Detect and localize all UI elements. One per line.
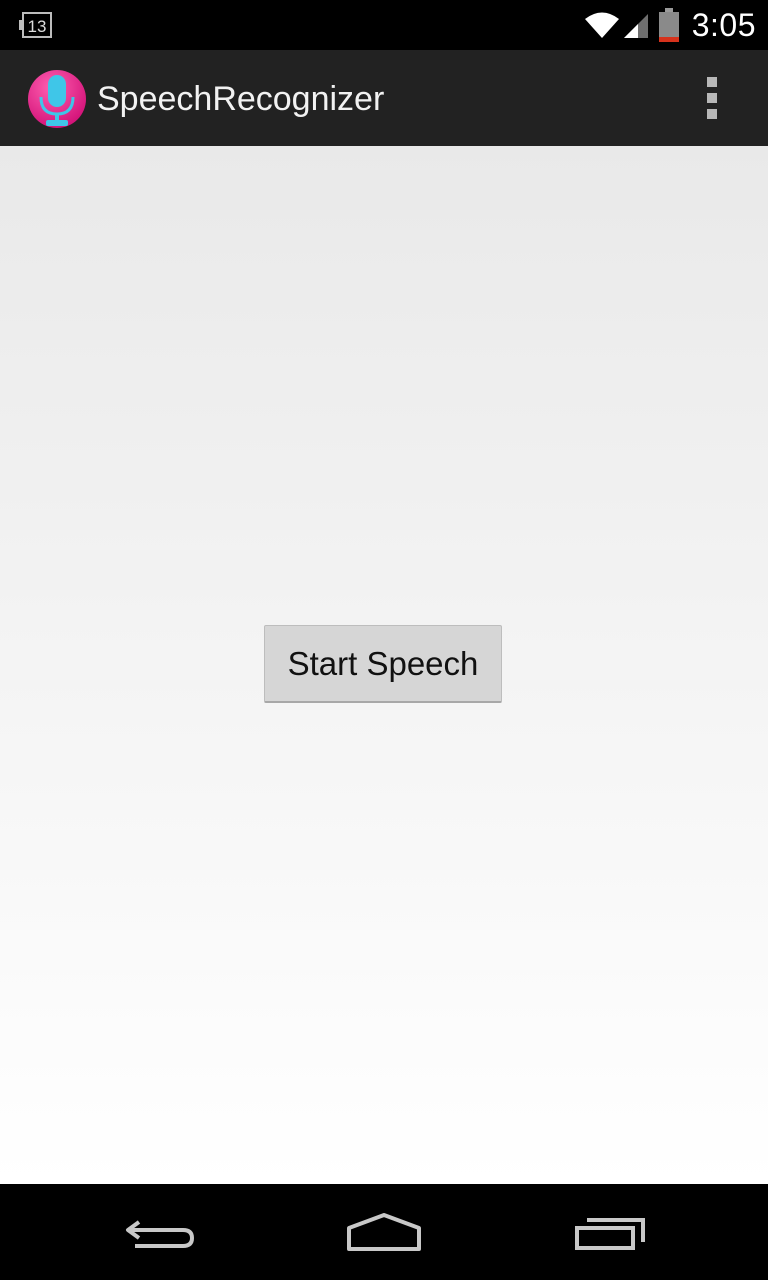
overflow-dot: [707, 93, 717, 103]
main-content: Start Speech: [0, 146, 768, 1184]
start-speech-button[interactable]: Start Speech: [264, 625, 502, 703]
home-icon[interactable]: [339, 1202, 429, 1262]
recents-icon[interactable]: [565, 1202, 655, 1262]
microphone-icon[interactable]: [26, 68, 88, 130]
action-bar: SpeechRecognizer: [0, 50, 768, 150]
app-title: SpeechRecognizer: [97, 80, 385, 118]
notification-count: 13: [28, 17, 47, 36]
battery-icon: [658, 8, 679, 42]
signal-icon: [623, 14, 648, 38]
overflow-dot: [707, 109, 717, 119]
notification-count-icon: 13: [18, 10, 54, 40]
status-bar: 13 3:05: [0, 0, 768, 50]
overflow-menu-icon[interactable]: [686, 72, 738, 124]
overflow-dot: [707, 77, 717, 87]
navigation-bar: [0, 1184, 768, 1280]
wifi-icon: [584, 12, 619, 38]
status-clock: 3:05: [691, 6, 756, 43]
back-icon[interactable]: [115, 1202, 205, 1262]
